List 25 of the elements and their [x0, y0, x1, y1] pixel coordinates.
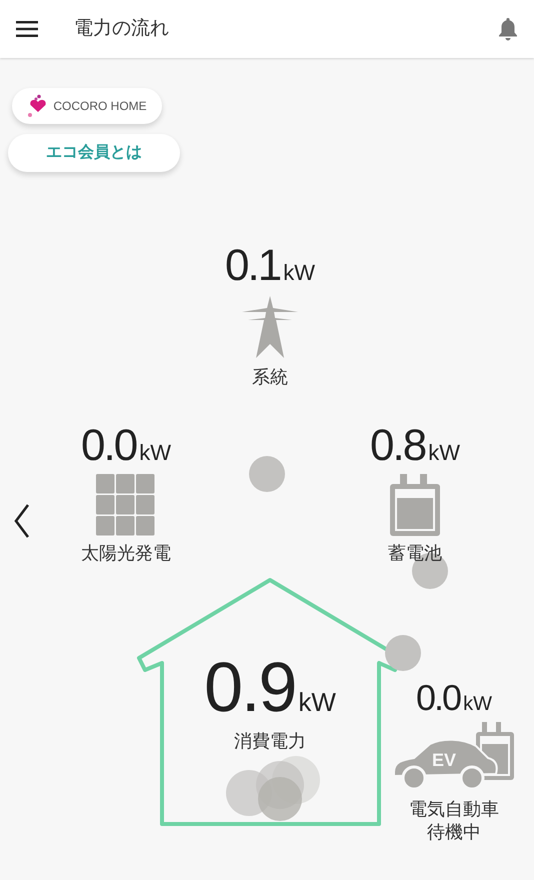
node-label: 蓄電池: [388, 542, 442, 565]
power-value: 0.1: [225, 244, 280, 288]
flow-dot: [249, 456, 285, 492]
power-unit: kW: [463, 694, 492, 714]
power-value: 0.9: [204, 652, 296, 722]
power-unit: kW: [139, 442, 171, 464]
power-value: 0.0: [416, 680, 460, 716]
node-label: 電気自動車: [409, 798, 499, 821]
node-label: 系統: [252, 366, 288, 389]
power-unit: kW: [283, 262, 315, 284]
back-chevron-icon[interactable]: [12, 503, 32, 539]
cocoro-home-button[interactable]: COCORO HOME: [12, 88, 162, 124]
power-value: 0.8: [370, 424, 426, 468]
bell-icon[interactable]: [498, 17, 518, 41]
flow-dot: [385, 635, 421, 671]
power-value: 0.0: [81, 424, 136, 468]
battery-icon: [390, 474, 440, 536]
status-label: 待機中: [427, 821, 481, 844]
power-unit: kW: [298, 689, 336, 715]
page-title: 電力の流れ: [74, 16, 169, 41]
node-label: 消費電力: [234, 730, 306, 753]
menu-icon[interactable]: [16, 21, 38, 37]
solar-panel-icon: [96, 474, 156, 536]
node-label: 太陽光発電: [81, 542, 171, 565]
power-unit: kW: [428, 442, 460, 464]
